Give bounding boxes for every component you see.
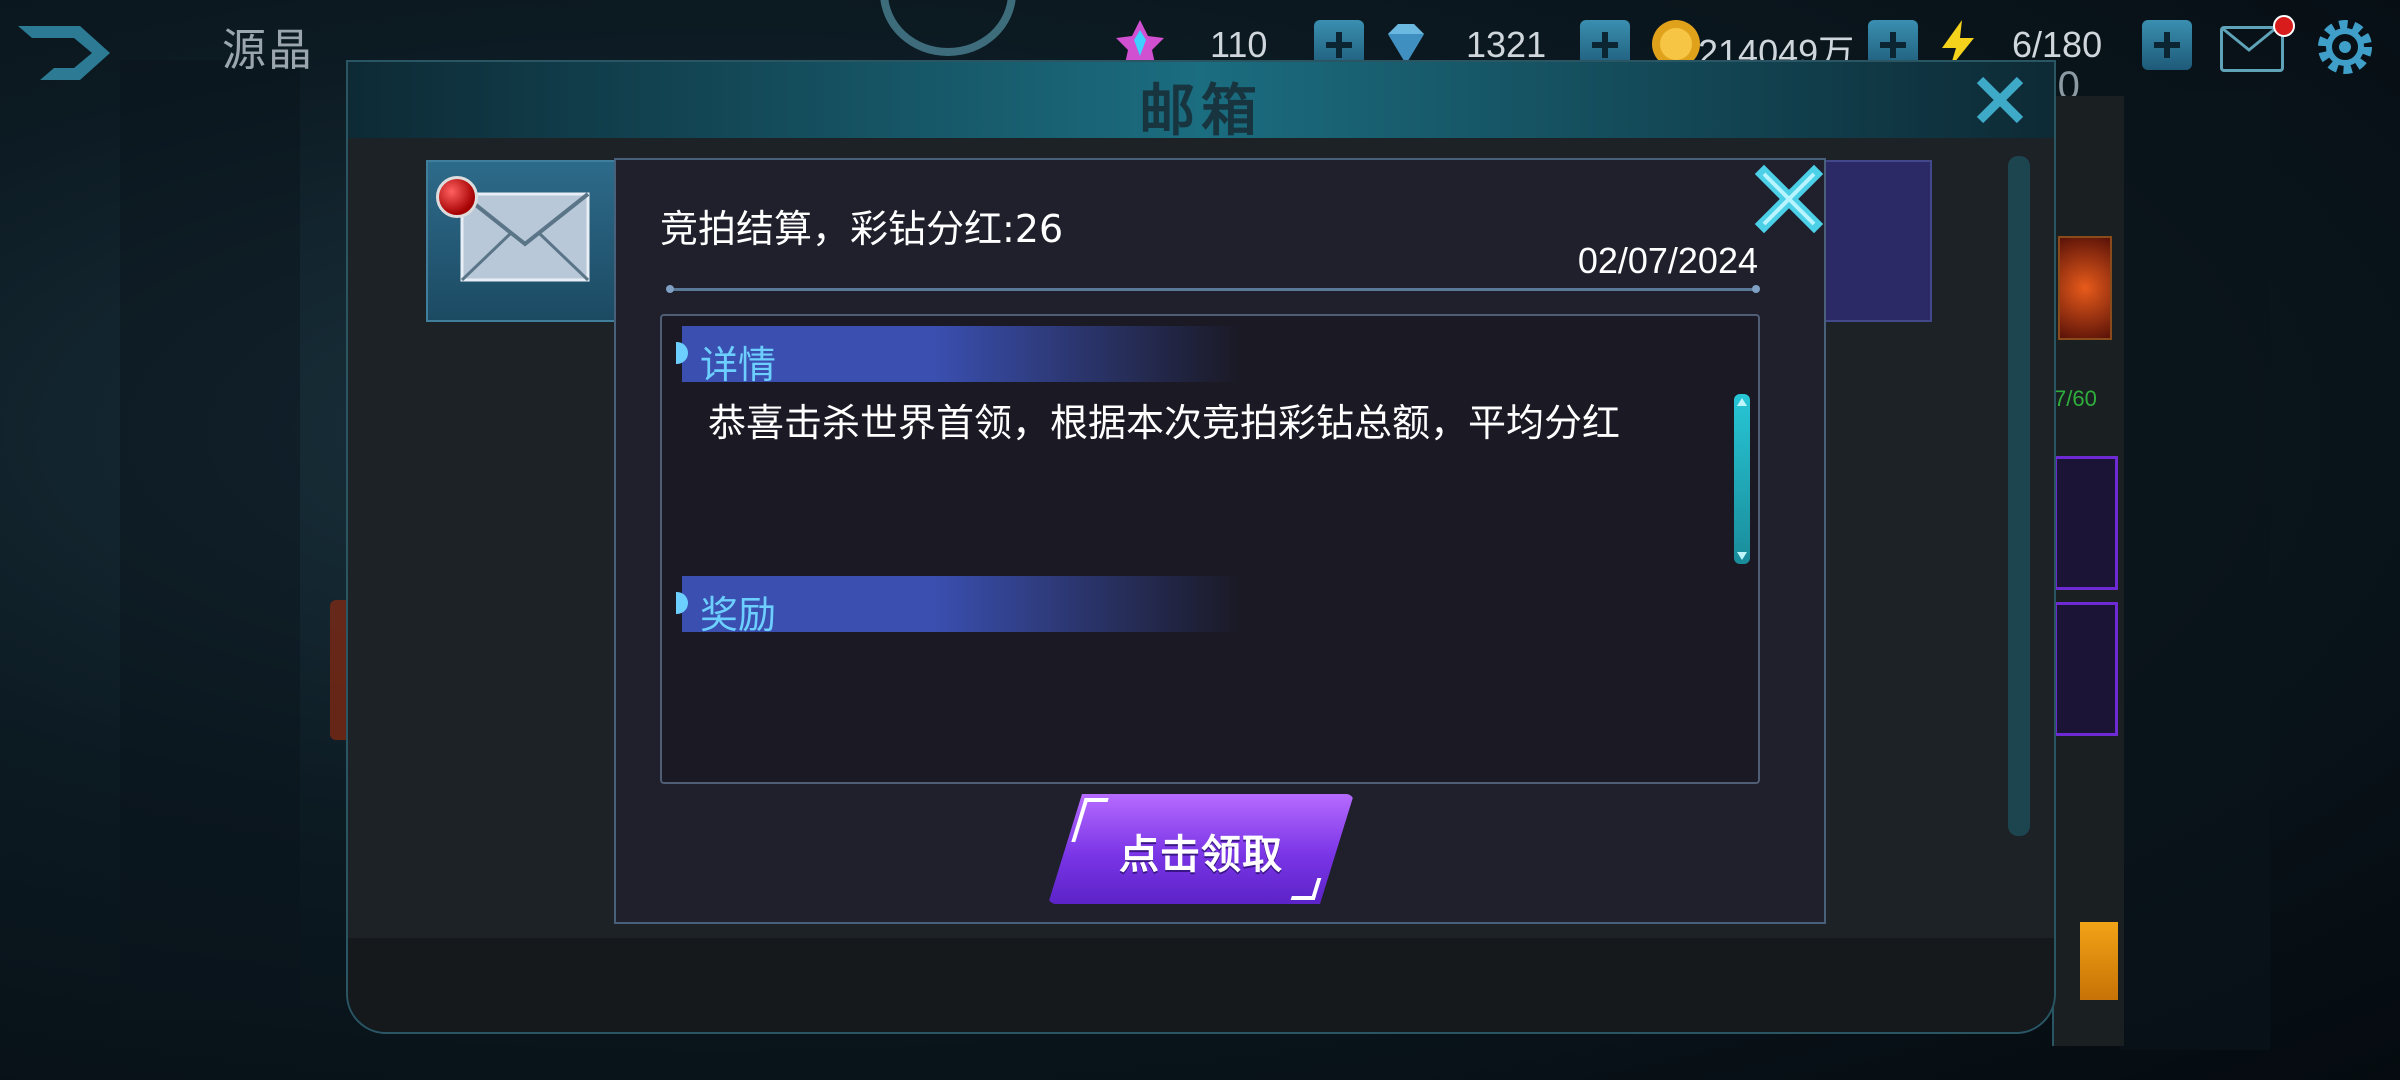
mail-detail-dialog: 竞拍结算，彩钻分红:26 02/07/2024 详情 恭喜击杀世界首领，根据本次… [614, 158, 1826, 924]
side-panel: 7/60 [2052, 96, 2124, 1046]
mailbox-title: 邮箱 [1139, 79, 1263, 144]
close-mailbox-icon[interactable] [1972, 72, 2028, 128]
slot-count: 7/60 [2054, 386, 2097, 411]
rewards-heading: 奖励 [700, 593, 777, 637]
mail-icon[interactable] [2220, 15, 2295, 72]
flame-item-icon[interactable] [2058, 236, 2112, 340]
details-scrollbar[interactable] [1734, 394, 1750, 564]
divider [666, 285, 1760, 293]
mailbox-header: 邮箱 [348, 62, 2054, 144]
notification-dot [2273, 15, 2295, 37]
gear-icon[interactable] [2310, 12, 2380, 82]
page-title: 源晶 [222, 25, 314, 76]
details-text: 恭喜击杀世界首领，根据本次竞拍彩钻总额，平均分红 [708, 401, 1621, 445]
mail-list-item-button[interactable] [1818, 160, 1932, 322]
details-heading: 详情 [700, 343, 777, 387]
add-energy-button[interactable] [2142, 20, 2192, 70]
claim-button-label: 点击领取 [1119, 832, 1283, 878]
mail-list-scrollbar[interactable] [2008, 156, 2030, 836]
mail-date: 02/07/2024 [1577, 240, 1758, 281]
details-section-header: 详情 [676, 326, 1242, 387]
mail-content-box: 详情 恭喜击杀世界首领，根据本次竞拍彩钻总额，平均分红 奖励 [660, 314, 1760, 784]
mailbox-footer [348, 938, 2054, 1032]
item-slot[interactable] [2054, 602, 2118, 736]
hud-ring-decoration [880, 0, 1016, 56]
item-slot[interactable] [2054, 456, 2118, 590]
mail-subject: 竞拍结算，彩钻分红:26 [660, 207, 1064, 251]
mail-list-item[interactable] [426, 160, 630, 322]
background-shadow [120, 60, 300, 1020]
rewards-section-header: 奖励 [676, 576, 1242, 637]
envelope-icon [460, 192, 590, 282]
unread-dot [436, 176, 478, 218]
background-shadow [2120, 90, 2270, 1050]
gold-item-icon[interactable] [2080, 922, 2118, 1000]
claim-reward-button[interactable]: 点击领取 [1048, 794, 1354, 904]
back-arrow-icon[interactable] [10, 18, 120, 88]
bullet-decoration [676, 592, 688, 614]
close-dialog-icon[interactable] [1754, 164, 1824, 234]
bullet-decoration [676, 342, 688, 364]
